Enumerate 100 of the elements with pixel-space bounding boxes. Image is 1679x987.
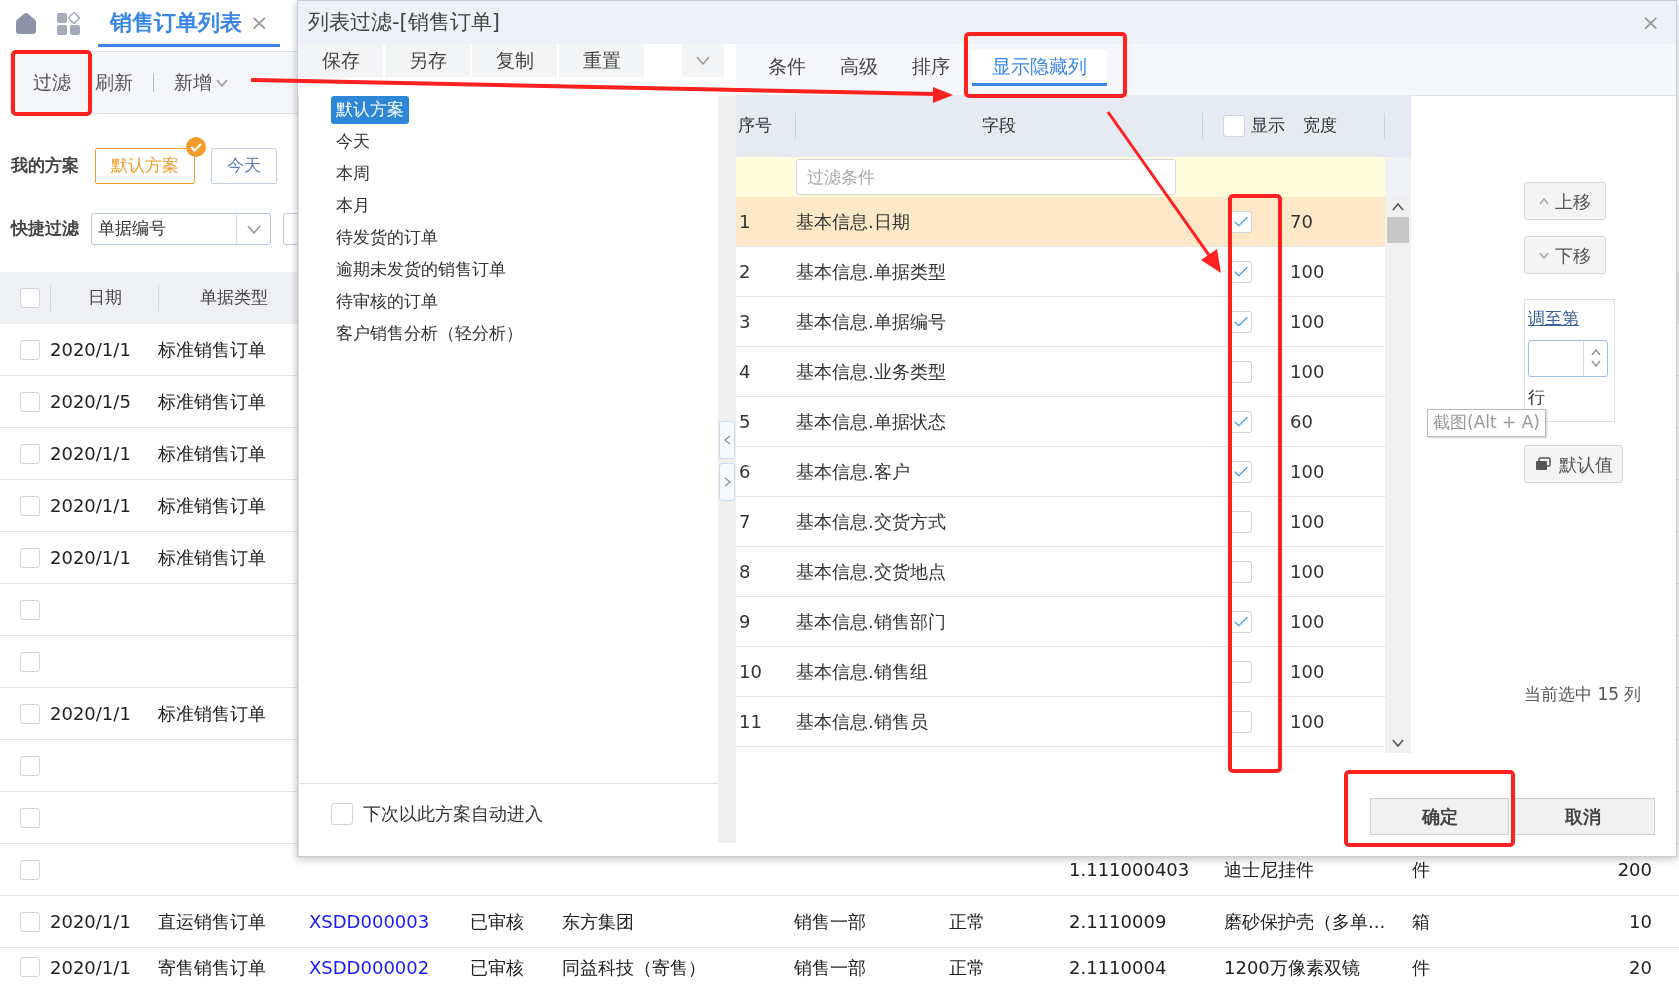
checkbox[interactable] xyxy=(19,703,40,724)
toolbar-button[interactable]: 过滤 xyxy=(21,58,83,107)
caret-icon xyxy=(696,56,710,65)
column-width: 100 xyxy=(1289,660,1326,684)
checkbox[interactable] xyxy=(1223,115,1245,137)
checkbox[interactable] xyxy=(19,807,40,828)
spin-down-icon[interactable] xyxy=(1590,360,1601,367)
expand-button[interactable] xyxy=(719,463,735,501)
table-cell: 同益科技（寄售） xyxy=(562,956,706,978)
filter-input[interactable]: 过滤条件 xyxy=(796,159,1176,195)
row-number: 7 xyxy=(738,510,752,534)
apps-icon[interactable] xyxy=(56,12,82,36)
scroll-thumb[interactable] xyxy=(1387,217,1409,243)
chevron-down-icon xyxy=(1539,251,1549,259)
table-cell: 1.111000403 xyxy=(1069,859,1190,880)
row-number: 2 xyxy=(738,260,752,284)
dialog-tab[interactable]: 排序 xyxy=(900,50,962,86)
selection-status: 当前选中 15 列 xyxy=(1524,683,1642,706)
column-header: 序号 xyxy=(736,113,796,139)
toolbar-button[interactable]: 重置 xyxy=(559,44,644,77)
move-down-button[interactable]: 下移 xyxy=(1524,236,1606,274)
checkbox[interactable] xyxy=(19,391,40,412)
dialog-tab[interactable]: 高级 xyxy=(828,50,890,86)
row-number: 4 xyxy=(738,360,752,384)
order-link[interactable]: XSDD000002 xyxy=(309,956,430,978)
select-value: 单据编号 xyxy=(97,217,166,241)
row-spinner[interactable] xyxy=(1528,339,1608,377)
scheme-item[interactable]: 待审核的订单 xyxy=(331,288,443,316)
checkbox[interactable] xyxy=(19,957,40,977)
toolbar-button[interactable]: 保存 xyxy=(298,44,383,77)
ok-button[interactable]: 确定 xyxy=(1370,798,1509,835)
goto-link[interactable]: 调至第 xyxy=(1528,306,1614,332)
checkbox[interactable] xyxy=(19,599,40,620)
tooltip: 截图(Alt + A) xyxy=(1427,409,1546,437)
tab-label: 销售订单列表 xyxy=(110,9,242,37)
field-name: 基本信息.销售员 xyxy=(796,710,929,734)
table-cell: 正常 xyxy=(949,911,985,932)
table-cell: 2020/1/5 xyxy=(50,391,131,412)
column-width: 100 xyxy=(1289,360,1326,384)
check-badge-icon xyxy=(185,136,207,158)
order-link[interactable]: XSDD000003 xyxy=(309,911,430,932)
scheme-item[interactable]: 客户销售分析（轻分析） xyxy=(331,320,528,348)
checkbox[interactable] xyxy=(19,547,40,568)
windows-icon xyxy=(1534,457,1551,471)
checkbox[interactable] xyxy=(19,339,40,360)
row-number: 3 xyxy=(738,310,752,334)
spin-up-icon[interactable] xyxy=(1590,349,1601,356)
scrollbar[interactable] xyxy=(1385,197,1411,753)
checkbox[interactable] xyxy=(19,755,40,776)
table-cell: 箱 xyxy=(1412,911,1430,932)
checkbox[interactable] xyxy=(19,911,40,932)
chevron-left-icon xyxy=(723,435,731,445)
scheme-item[interactable]: 本周 xyxy=(331,160,375,188)
chevron-up-icon xyxy=(1539,197,1549,205)
page-tab[interactable]: 销售订单列表 × xyxy=(98,1,281,47)
checkbox[interactable] xyxy=(331,802,353,825)
scheme-button[interactable]: 今天 xyxy=(211,148,277,184)
column-width: 100 xyxy=(1289,560,1326,584)
field-name: 基本信息.单据类型 xyxy=(796,260,947,284)
row-number: 5 xyxy=(738,410,752,434)
column-width: 100 xyxy=(1289,710,1326,734)
checkbox[interactable] xyxy=(19,495,40,516)
column-header[interactable]: 日期 xyxy=(50,285,158,311)
toolbar-button[interactable]: 刷新 xyxy=(83,58,145,107)
scheme-item[interactable]: 逾期未发货的销售订单 xyxy=(331,256,511,284)
field-name: 基本信息.单据状态 xyxy=(796,410,947,434)
table-cell: 2.1110004 xyxy=(1069,956,1167,978)
dialog-tab[interactable]: 条件 xyxy=(756,50,818,86)
caret-icon xyxy=(216,78,228,87)
grid-row[interactable]: 1 基本信息.日期 70 xyxy=(736,197,1385,247)
scheme-item[interactable]: 默认方案 xyxy=(331,96,409,124)
home-icon[interactable] xyxy=(14,12,38,36)
scheme-item[interactable]: 待发货的订单 xyxy=(331,224,443,252)
row-suffix: 行 xyxy=(1528,385,1546,409)
toolbar-button[interactable]: 另存 xyxy=(385,44,470,77)
toolbar-button[interactable]: 复制 xyxy=(472,44,557,77)
field-select[interactable]: 单据编号 xyxy=(91,213,271,245)
checkbox[interactable] xyxy=(19,288,40,308)
table-cell: 标准销售订单 xyxy=(158,339,266,360)
scheme-item[interactable]: 本月 xyxy=(331,192,375,220)
table-cell: 2020/1/1 xyxy=(50,703,131,724)
column-width: 100 xyxy=(1289,510,1326,534)
table-cell: 标准销售订单 xyxy=(158,547,266,568)
move-up-button[interactable]: 上移 xyxy=(1524,182,1606,220)
table-cell: 2020/1/1 xyxy=(50,339,131,360)
checkbox[interactable] xyxy=(19,859,40,880)
checkbox[interactable] xyxy=(19,443,40,464)
scheme-item[interactable]: 今天 xyxy=(331,128,375,156)
row-number: 8 xyxy=(738,560,752,584)
dialog-tab[interactable]: 显示隐藏列 xyxy=(972,50,1107,86)
field-name: 基本信息.交货方式 xyxy=(796,510,947,534)
checkbox[interactable] xyxy=(19,651,40,672)
table-cell: 标准销售订单 xyxy=(158,391,266,412)
collapse-button[interactable] xyxy=(719,421,735,459)
table-cell: 2020/1/1 xyxy=(50,911,131,932)
default-button[interactable]: 默认值 xyxy=(1524,445,1623,483)
more-button[interactable] xyxy=(682,44,724,77)
scroll-down-icon[interactable] xyxy=(1392,739,1404,747)
new-dropdown[interactable]: 新增 xyxy=(162,58,240,107)
scroll-up-icon[interactable] xyxy=(1392,203,1404,211)
